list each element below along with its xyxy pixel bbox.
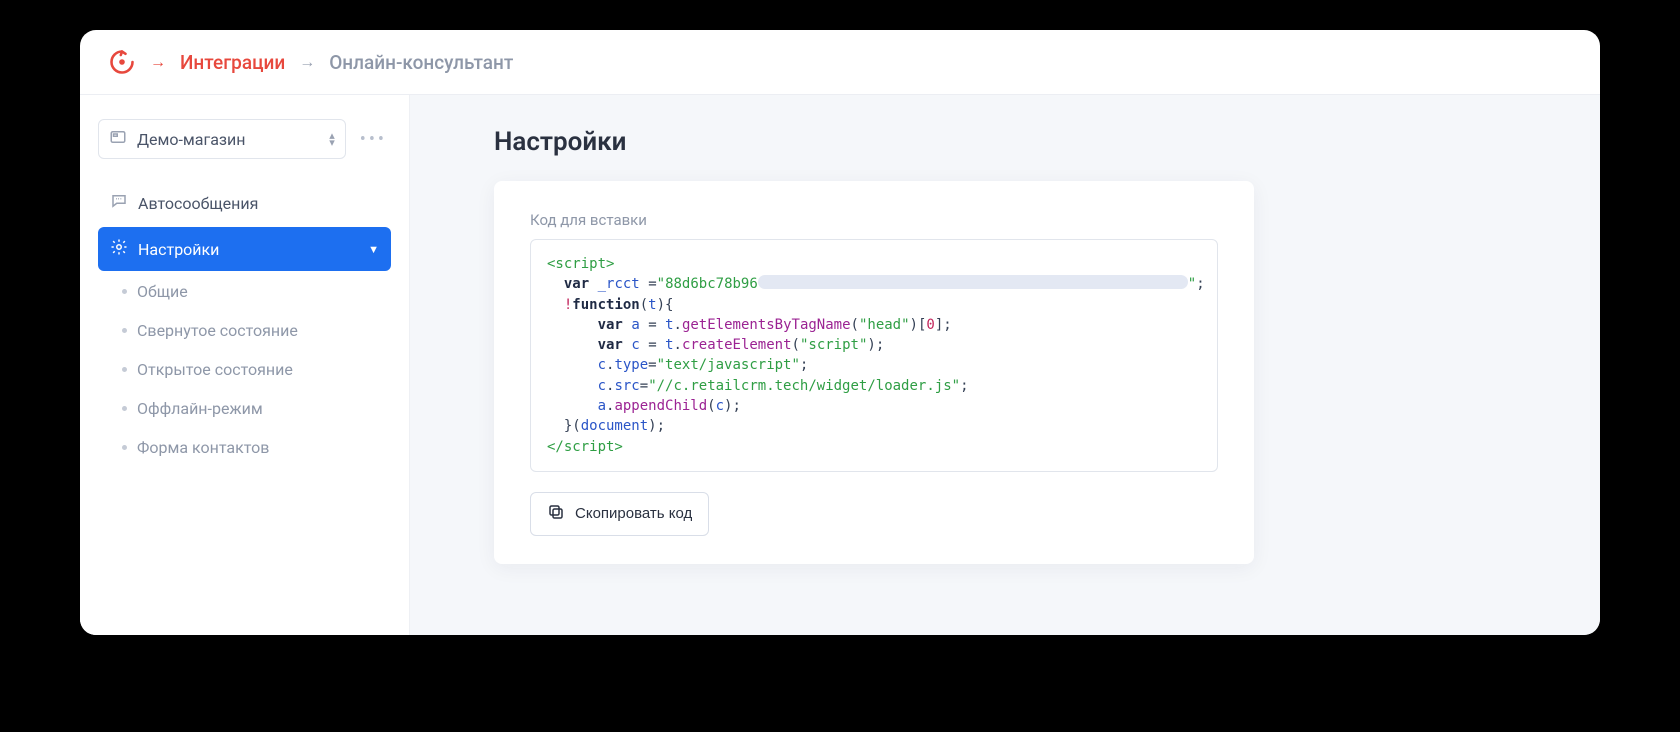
sidebar-subitem-contacts-form[interactable]: Форма контактов (98, 429, 391, 466)
copy-icon (547, 503, 565, 525)
sidebar-item-settings[interactable]: Настройки ▼ (98, 227, 391, 271)
code-token-type: text/javascript (665, 357, 791, 373)
code-token-src: //c.retailcrm.tech/widget/loader.js (657, 378, 952, 394)
copy-code-button[interactable]: Скопировать код (530, 492, 709, 536)
sidebar-subitem-label: Форма контактов (137, 438, 269, 457)
app-logo-icon (108, 48, 136, 76)
sidebar-subitem-general[interactable]: Общие (98, 273, 391, 310)
store-icon (109, 128, 127, 150)
sidebar: Демо-магазин ▴▾ ••• Автосообщения (80, 95, 410, 635)
sidebar-subitem-offline[interactable]: Оффлайн-режим (98, 390, 391, 427)
app-window: → Интеграции → Онлайн-консультант Демо-м… (80, 30, 1600, 635)
code-token-rcct: 88d6bc78b96 (665, 276, 758, 292)
breadcrumb-arrow-icon: → (299, 54, 315, 70)
sidebar-subitem-collapsed[interactable]: Свернутое состояние (98, 312, 391, 349)
sidebar-subitem-label: Общие (137, 282, 188, 301)
chevron-down-icon: ▼ (368, 243, 379, 256)
chat-icon (110, 192, 128, 214)
gear-icon (110, 238, 128, 260)
store-selector[interactable]: Демо-магазин ▴▾ (98, 119, 346, 159)
sidebar-subitem-open[interactable]: Открытое состояние (98, 351, 391, 388)
sidebar-nav: Автосообщения Настройки ▼ Общие (98, 181, 391, 466)
store-selector-label: Демо-магазин (137, 130, 246, 149)
updown-caret-icon: ▴▾ (329, 132, 335, 146)
breadcrumb-bar: → Интеграции → Онлайн-консультант (80, 30, 1600, 95)
sidebar-item-automessages[interactable]: Автосообщения (98, 181, 391, 225)
code-token-head: head (867, 317, 901, 333)
sidebar-subitem-label: Свернутое состояние (137, 321, 298, 340)
sidebar-subitem-label: Открытое состояние (137, 360, 293, 379)
breadcrumb-link-integrations[interactable]: Интеграции (180, 51, 285, 74)
breadcrumb-arrow-icon: → (150, 54, 166, 70)
redacted-token (758, 275, 1188, 289)
main-content: Настройки Код для вставки <script> var _… (410, 95, 1600, 635)
code-token-script: script (808, 337, 859, 353)
sidebar-subitem-label: Оффлайн-режим (137, 399, 263, 418)
embed-code-box[interactable]: <script> var _rcct ="88d6bc78b96"; !func… (530, 239, 1218, 472)
sidebar-item-label: Настройки (138, 240, 219, 259)
content-body: Демо-магазин ▴▾ ••• Автосообщения (80, 95, 1600, 635)
copy-code-button-label: Скопировать код (575, 505, 692, 522)
sidebar-item-label: Автосообщения (138, 194, 258, 213)
store-selector-row: Демо-магазин ▴▾ ••• (98, 119, 391, 159)
page-title: Настройки (494, 127, 1560, 157)
embed-code-label: Код для вставки (530, 211, 1218, 229)
more-options-button[interactable]: ••• (356, 129, 391, 150)
breadcrumb-current: Онлайн-консультант (329, 51, 513, 74)
embed-code-card: Код для вставки <script> var _rcct ="88d… (494, 181, 1254, 564)
code-token-index: 0 (926, 317, 934, 333)
